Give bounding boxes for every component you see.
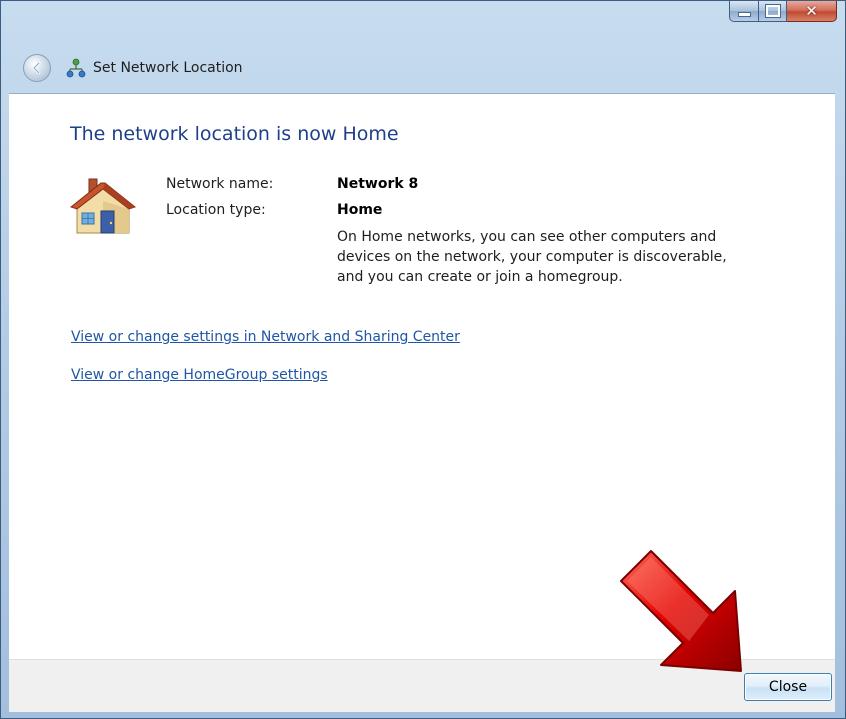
title-bar[interactable]: ✕ Set Network Location <box>1 1 845 93</box>
network-sharing-center-link[interactable]: View or change settings in Network and S… <box>71 329 460 345</box>
close-icon: ✕ <box>805 1 818 20</box>
nav-row: Set Network Location <box>23 53 243 83</box>
location-type-value: Home <box>337 202 383 218</box>
button-bar: Close <box>9 659 835 712</box>
network-name-label: Network name: <box>166 176 274 192</box>
close-button[interactable]: Close <box>744 673 832 701</box>
maximize-button[interactable] <box>759 1 787 22</box>
minimize-button[interactable] <box>729 1 759 22</box>
back-arrow-icon <box>32 61 41 75</box>
window-title: Set Network Location <box>93 60 243 76</box>
content-area: The network location is now Home Network… <box>9 93 835 660</box>
location-description: On Home networks, you can see other comp… <box>337 229 727 285</box>
back-button[interactable] <box>23 54 51 82</box>
homegroup-settings-link[interactable]: View or change HomeGroup settings <box>71 367 328 383</box>
set-network-location-window: ✕ Set Network Location The network locat… <box>0 0 846 719</box>
page-heading: The network location is now Home <box>70 123 399 145</box>
caption-buttons: ✕ <box>729 1 837 23</box>
home-icon <box>69 178 137 234</box>
minimize-icon <box>737 11 751 17</box>
maximize-icon <box>765 5 780 17</box>
location-type-label: Location type: <box>166 202 266 218</box>
network-icon <box>66 58 86 78</box>
network-name-value: Network 8 <box>337 176 419 192</box>
window-close-button[interactable]: ✕ <box>787 1 837 22</box>
